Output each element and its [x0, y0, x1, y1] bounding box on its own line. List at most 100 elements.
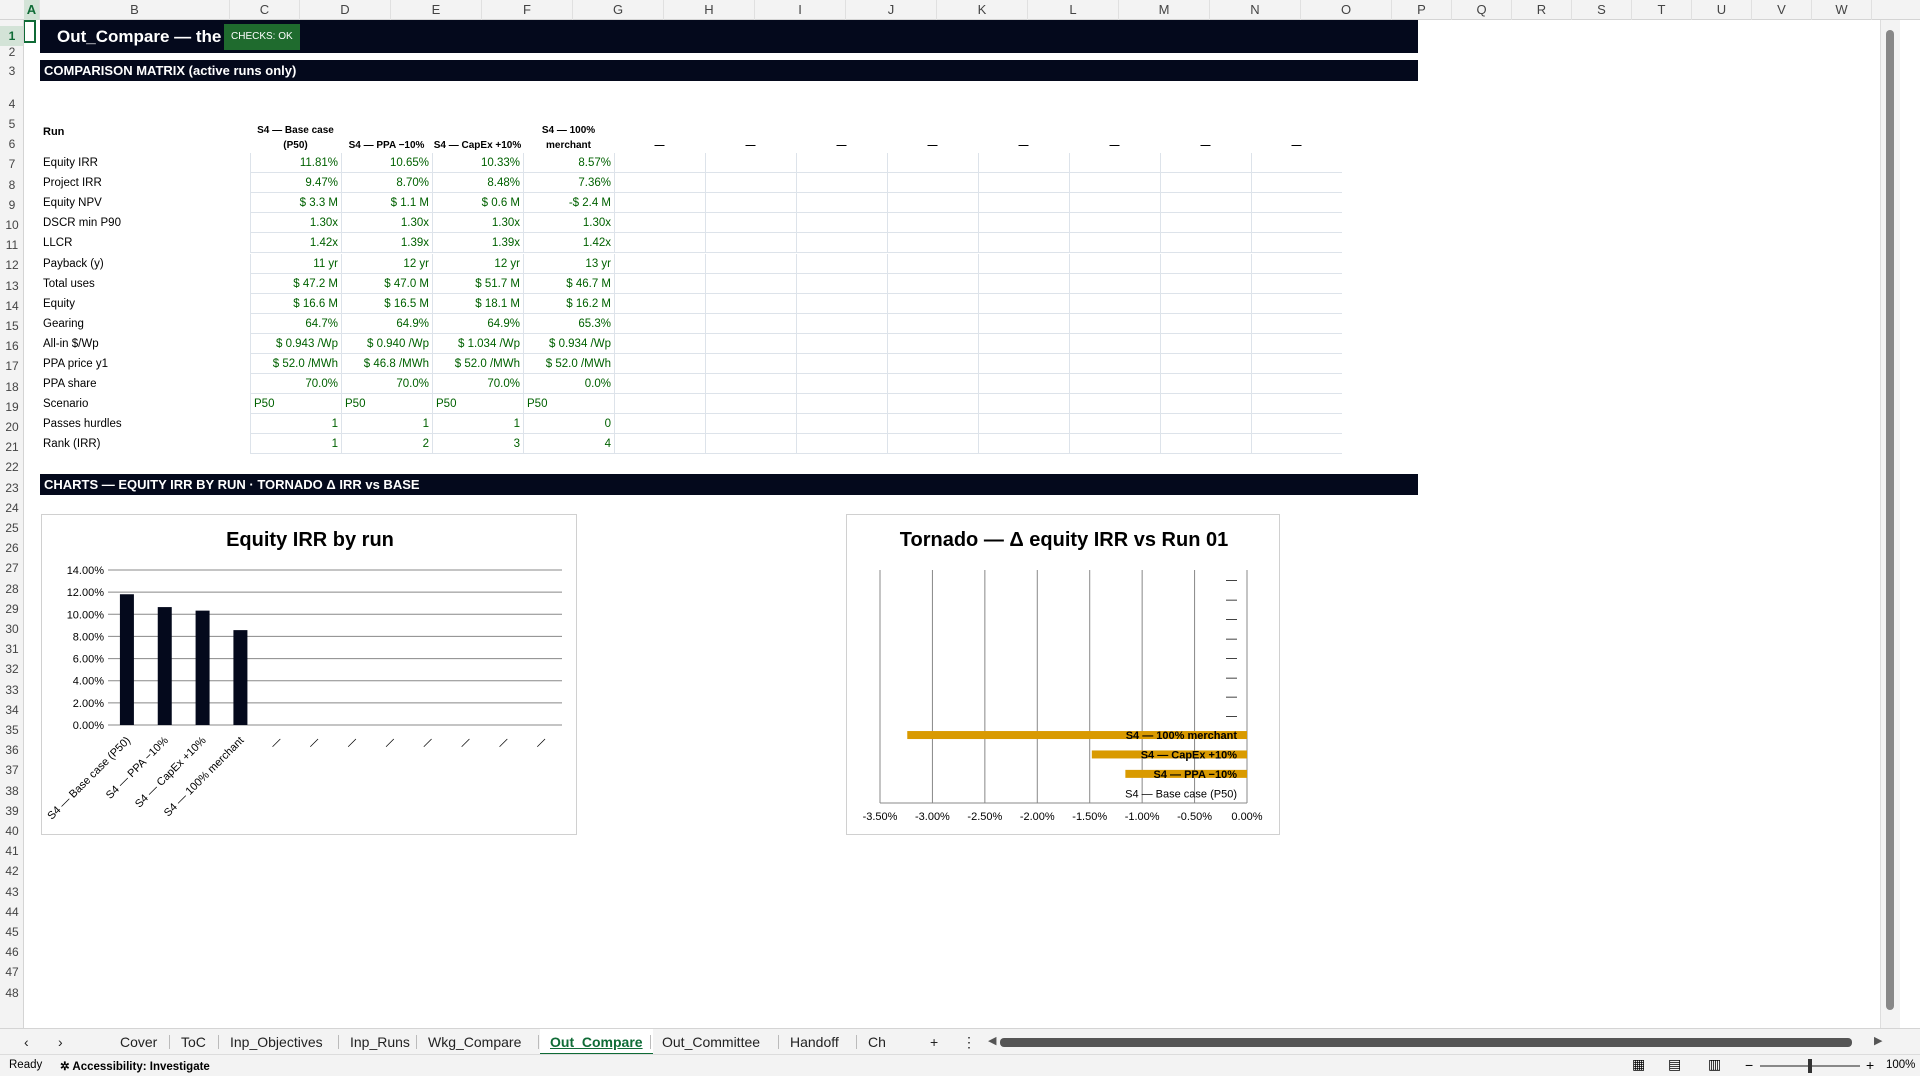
matrix-cell[interactable] [978, 213, 1069, 234]
matrix-cell[interactable] [1251, 153, 1342, 173]
matrix-cell[interactable] [1069, 354, 1160, 374]
matrix-cell[interactable] [887, 193, 978, 214]
column-header[interactable]: U [1692, 0, 1752, 20]
matrix-cell[interactable] [1251, 374, 1342, 395]
row-header[interactable]: 43 [0, 882, 23, 902]
matrix-cell[interactable]: P50 [432, 394, 523, 415]
matrix-cell[interactable] [1160, 354, 1251, 374]
matrix-cell[interactable] [887, 173, 978, 194]
matrix-cell[interactable] [1251, 273, 1342, 294]
matrix-cell[interactable] [705, 374, 796, 395]
tab-handoff[interactable]: Handoff [780, 1029, 849, 1055]
row-header[interactable]: 9 [0, 195, 23, 215]
matrix-cell[interactable] [1160, 193, 1251, 214]
matrix-cell[interactable]: 64.9% [432, 313, 523, 334]
row-header[interactable]: 12 [0, 255, 23, 275]
matrix-cell[interactable]: $ 1.1 M [341, 193, 432, 214]
row-header[interactable]: 18 [0, 377, 23, 397]
matrix-cell[interactable] [978, 313, 1069, 334]
matrix-cell[interactable] [705, 173, 796, 194]
matrix-cell[interactable] [887, 153, 978, 173]
matrix-cell[interactable] [705, 354, 796, 374]
matrix-cell[interactable] [978, 434, 1069, 455]
row-header[interactable]: 23 [0, 478, 23, 498]
normal-view-icon[interactable]: ▦ [1632, 1056, 1645, 1073]
zoom-slider-thumb[interactable] [1808, 1059, 1812, 1073]
matrix-cell[interactable] [887, 313, 978, 334]
row-header[interactable]: 24 [0, 498, 23, 518]
matrix-cell[interactable] [614, 153, 705, 173]
matrix-cell[interactable] [614, 333, 705, 354]
tab-ch[interactable]: Ch [858, 1029, 896, 1055]
row-header[interactable]: 7 [0, 154, 23, 174]
matrix-cell[interactable] [614, 233, 705, 254]
matrix-cell[interactable] [796, 434, 887, 455]
matrix-cell[interactable]: 9.47% [250, 173, 341, 194]
tab-inp-runs[interactable]: Inp_Runs [340, 1029, 420, 1055]
column-header[interactable]: M [1119, 0, 1210, 20]
row-header[interactable]: 4 [0, 94, 23, 114]
column-header[interactable]: W [1812, 0, 1872, 20]
matrix-cell[interactable]: 1.30x [432, 213, 523, 234]
matrix-cell[interactable] [887, 414, 978, 435]
row-header[interactable]: 45 [0, 922, 23, 942]
matrix-cell[interactable] [978, 153, 1069, 173]
matrix-cell[interactable] [1160, 273, 1251, 294]
row-header[interactable]: 29 [0, 599, 23, 619]
matrix-cell[interactable] [1069, 273, 1160, 294]
matrix-cell[interactable] [887, 354, 978, 374]
matrix-cell[interactable]: 3 [432, 434, 523, 455]
matrix-cell[interactable] [614, 434, 705, 455]
row-header[interactable]: 3 [0, 61, 23, 81]
matrix-cell[interactable] [614, 293, 705, 314]
row-header[interactable]: 13 [0, 276, 23, 296]
tornado-chart[interactable]: Tornado — Δ equity IRR vs Run 01 -3.50% -3… [846, 514, 1280, 835]
matrix-cell[interactable] [1069, 253, 1160, 274]
row-header[interactable]: 39 [0, 801, 23, 821]
matrix-cell[interactable]: 2 [341, 434, 432, 455]
matrix-cell[interactable] [796, 354, 887, 374]
row-header[interactable]: 22 [0, 457, 23, 477]
row-header[interactable]: 25 [0, 518, 23, 538]
matrix-cell[interactable] [705, 213, 796, 234]
matrix-cell[interactable]: $ 52.0 /MWh [432, 354, 523, 374]
matrix-cell[interactable]: 1.30x [250, 213, 341, 234]
add-sheet-icon[interactable]: + [920, 1029, 948, 1055]
row-header[interactable]: 20 [0, 417, 23, 437]
column-header[interactable]: R [1512, 0, 1572, 20]
matrix-cell[interactable]: $ 52.0 /MWh [250, 354, 341, 374]
vertical-scroll-thumb[interactable] [1886, 30, 1894, 1010]
matrix-cell[interactable] [1069, 414, 1160, 435]
zoom-slider[interactable] [1760, 1059, 1860, 1073]
matrix-cell[interactable]: $ 52.0 /MWh [523, 354, 614, 374]
matrix-cell[interactable]: 8.70% [341, 173, 432, 194]
matrix-cell[interactable] [796, 414, 887, 435]
matrix-cell[interactable] [978, 414, 1069, 435]
matrix-cell[interactable] [796, 374, 887, 395]
matrix-cell[interactable] [796, 193, 887, 214]
matrix-cell[interactable] [978, 374, 1069, 395]
matrix-cell[interactable]: 4 [523, 434, 614, 455]
matrix-cell[interactable] [887, 333, 978, 354]
matrix-cell[interactable]: 1 [432, 414, 523, 435]
matrix-cell[interactable] [614, 414, 705, 435]
matrix-cell[interactable] [978, 394, 1069, 415]
row-header[interactable]: 42 [0, 861, 23, 881]
column-header[interactable]: C [230, 0, 300, 20]
matrix-cell[interactable] [705, 273, 796, 294]
matrix-cell[interactable] [1251, 434, 1342, 455]
matrix-cell[interactable] [614, 173, 705, 194]
column-header[interactable]: D [300, 0, 391, 20]
row-header[interactable]: 33 [0, 680, 23, 700]
matrix-cell[interactable] [796, 293, 887, 314]
matrix-cell[interactable]: 13 yr [523, 253, 614, 274]
row-header[interactable]: 35 [0, 720, 23, 740]
zoom-out-icon[interactable]: − [1745, 1057, 1753, 1073]
column-header[interactable]: F [482, 0, 573, 20]
matrix-cell[interactable] [978, 354, 1069, 374]
matrix-cell[interactable]: $ 51.7 M [432, 273, 523, 294]
row-header[interactable]: 10 [0, 215, 23, 235]
matrix-cell[interactable] [1251, 173, 1342, 194]
matrix-cell[interactable] [796, 333, 887, 354]
matrix-cell[interactable] [614, 374, 705, 395]
